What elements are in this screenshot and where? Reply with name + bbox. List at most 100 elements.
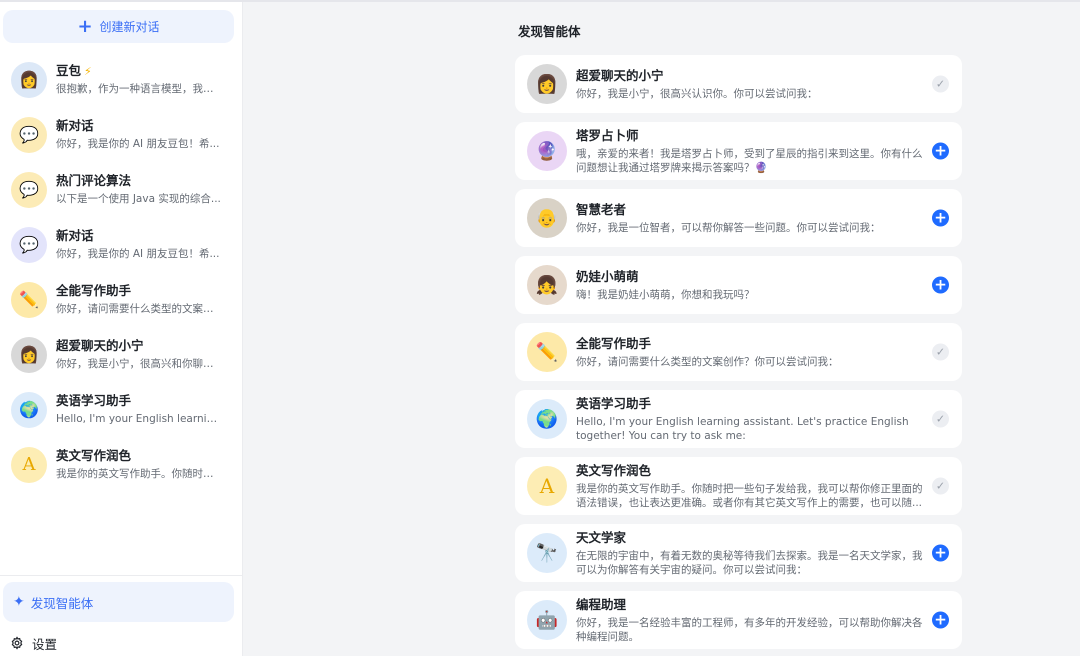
add-agent-button[interactable]: + xyxy=(932,142,949,160)
added-check-icon[interactable]: ✓ xyxy=(932,75,949,93)
conversation-preview: 你好，请问需要什么类型的文案创... xyxy=(56,303,222,315)
agent-card-text: 全能写作助手 你好，请问需要什么类型的文案创作？你可以尝试问我： xyxy=(576,336,932,369)
agent-description: 嗨！我是奶娃小萌萌，你想和我玩吗？ xyxy=(576,288,755,301)
added-check-icon[interactable]: ✓ xyxy=(932,477,949,495)
conversation-title: 超爱聊天的小宁 xyxy=(56,337,222,355)
agent-card-text: 英文写作润色我是你的英文写作助手。你随时把一些句子发给我，我可以帮你修正里面的语… xyxy=(576,463,932,510)
settings-nav[interactable]: 设置 xyxy=(10,632,57,654)
conversation-title-text: 豆包 xyxy=(56,63,82,78)
agent-description: 哦，亲爱的来者！我是塔罗占卜师，受到了星辰的指引来到这里。你有什么问题想让我通过… xyxy=(576,147,923,174)
agent-description: 在无限的宇宙中，有着无数的奥秘等待我们去探索。我是一名天文学家，我可以为你解答有… xyxy=(576,549,923,576)
conversation-text: 超爱聊天的小宁你好，我是小宁，很高兴和你聊天... xyxy=(56,337,222,372)
text-a-icon: A xyxy=(11,446,47,483)
agent-card[interactable]: A 英文写作润色 我是你的英文写作助手。你随时把一些句子发给我，我可以帮你修正里面的… xyxy=(515,457,962,515)
conversation-text: 英文写作润色我是你的英文写作助手。你随时把... xyxy=(56,447,222,482)
agent-card[interactable]: 👩 超爱聊天的小宁 你好，我是小宁，很高兴认识你。你可以尝试问我： ✓ xyxy=(515,55,962,113)
conversation-title: 英文写作润色 xyxy=(56,447,222,465)
chat-bubble-icon: 💬 xyxy=(11,116,47,153)
agent-card[interactable]: 🌍 英语学习助手 Hello, I'm your English learning … xyxy=(515,390,962,448)
doubao-avatar: 👩 xyxy=(11,61,47,98)
lightning-icon: ⚡ xyxy=(84,65,92,78)
conversation-text: 英语学习助手 Hello, I'm your English learning a… xyxy=(56,392,222,427)
agent-description: Hello, I'm your English learning assista… xyxy=(576,415,909,442)
conversation-text: 新对话你好，我是你的 AI 朋友豆包！希... xyxy=(56,227,222,262)
conversation-preview: 你好，我是你的 AI 朋友豆包！希... xyxy=(56,248,220,260)
conversation-preview: Hello, I'm your English learning a... xyxy=(56,413,222,425)
agent-card[interactable]: 🤖 编程助理 你好，我是一名经验丰富的工程师，有多年的开发经验，可以帮助你解决各种编… xyxy=(515,591,962,649)
crystal-ball-icon: 🔮 xyxy=(527,131,567,171)
agent-name: 编程助理 xyxy=(576,596,627,612)
agent-description: 你好，我是小宁，很高兴认识你。你可以尝试问我： xyxy=(576,87,818,100)
sidebar-divider xyxy=(0,575,243,576)
agent-card-text: 天文学家在无限的宇宙中，有着无数的奥秘等待我们去探索。我是一名天文学家，我可以为… xyxy=(576,530,932,577)
agent-card-text: 塔罗占卜师哦，亲爱的来者！我是塔罗占卜师，受到了星辰的指引来到这里。你有什么问题… xyxy=(576,128,932,175)
conversation-title: 豆包 ⚡ xyxy=(56,62,222,80)
conversation-item[interactable]: 💬 新对话你好，我是你的 AI 朋友豆包！希... xyxy=(0,107,243,162)
agent-list: 👩 超爱聊天的小宁 你好，我是小宁，很高兴认识你。你可以尝试问我： ✓ 🔮 塔罗占卜师 哦，… xyxy=(515,55,962,656)
pencil-icon: ✏️ xyxy=(527,332,567,372)
agent-card[interactable]: 🔭 天文学家 在无限的宇宙中，有着无数的奥秘等待我们去探索。我是一名天文学家，我可以… xyxy=(515,524,962,582)
added-check-icon[interactable]: ✓ xyxy=(932,410,949,428)
agent-description: 你好，我是一位智者，可以帮你解答一些问题。你可以尝试问我： xyxy=(576,221,881,234)
agent-name: 奶娃小萌萌 xyxy=(576,268,639,284)
agent-name: 全能写作助手 xyxy=(576,335,652,351)
conversation-preview: 你好，我是小宁，很高兴和你聊天... xyxy=(56,358,222,370)
conversation-preview: 以下是一个使用 Java 实现的综合... xyxy=(56,193,221,205)
added-check-icon[interactable]: ✓ xyxy=(932,343,949,361)
conversation-item[interactable]: 👩 超爱聊天的小宁你好，我是小宁，很高兴和你聊天... xyxy=(0,327,243,382)
pencil-icon: ✏️ xyxy=(11,281,47,318)
elder-avatar: 👴 xyxy=(527,198,567,238)
discover-agents-label: 发现智能体 xyxy=(30,595,94,611)
plus-icon: + xyxy=(77,15,93,37)
discover-agents-nav[interactable]: ✦ 发现智能体 xyxy=(3,582,234,622)
conversation-preview: 我是你的英文写作助手。你随时把... xyxy=(56,468,222,480)
xiaoning-avatar: 👩 xyxy=(11,336,47,373)
agent-card[interactable]: 🔮 塔罗占卜师 哦，亲爱的来者！我是塔罗占卜师，受到了星辰的指引来到这里。你有什么问… xyxy=(515,122,962,180)
conversation-item[interactable]: ✏️ 全能写作助手你好，请问需要什么类型的文案创... xyxy=(0,272,243,327)
agent-description: 你好，我是一名经验丰富的工程师，有多年的开发经验，可以帮助你解决各种编程问题。 xyxy=(576,616,923,643)
agent-card[interactable]: 👴 智慧老者 你好，我是一位智者，可以帮你解答一些问题。你可以尝试问我： + xyxy=(515,189,962,247)
agent-card-text: 智慧老者 你好，我是一位智者，可以帮你解答一些问题。你可以尝试问我： xyxy=(576,202,932,235)
conversation-item[interactable]: 💬 新对话你好，我是你的 AI 朋友豆包！希... xyxy=(0,217,243,272)
conversation-preview: 你好，我是你的 AI 朋友豆包！希... xyxy=(56,138,220,150)
chat-bubble-icon: 💬 xyxy=(11,171,47,208)
agent-card[interactable]: ✏️ 全能写作助手 你好，请问需要什么类型的文案创作？你可以尝试问我： ✓ xyxy=(515,323,962,381)
new-chat-button[interactable]: + 创建新对话 xyxy=(3,10,234,43)
conversation-title-text: 全能写作助手 xyxy=(56,283,132,298)
conversation-title-text: 超爱聊天的小宁 xyxy=(56,338,144,353)
agent-name: 天文学家 xyxy=(576,529,627,545)
conversation-item[interactable]: 🌍 英语学习助手 Hello, I'm your English learning … xyxy=(0,382,243,437)
text-a-icon: A xyxy=(527,466,567,506)
chat-bubble-icon: 💬 xyxy=(11,226,47,263)
agent-name: 塔罗占卜师 xyxy=(576,127,639,143)
settings-label: 设置 xyxy=(32,636,58,652)
globe-icon: 🌍 xyxy=(527,399,567,439)
conversation-title-text: 热门评论算法 xyxy=(56,173,132,188)
telescope-icon: 🔭 xyxy=(527,533,567,573)
child-avatar: 👧 xyxy=(527,265,567,305)
conversation-text: 新对话你好，我是你的 AI 朋友豆包！希... xyxy=(56,117,222,152)
add-agent-button[interactable]: + xyxy=(932,209,949,227)
conversation-item[interactable]: 💬 热门评论算法以下是一个使用 Java 实现的综合... xyxy=(0,162,243,217)
agent-description: 我是你的英文写作助手。你随时把一些句子发给我，我可以帮你修正里面的语法错误，也让… xyxy=(576,482,923,509)
add-agent-button[interactable]: + xyxy=(932,544,949,562)
agent-card-text: 英语学习助手 Hello, I'm your English learning a… xyxy=(576,396,932,443)
agent-name: 超爱聊天的小宁 xyxy=(576,67,664,83)
conversation-title-text: 新对话 xyxy=(56,228,94,243)
conversation-preview: 很抱歉，作为一种语言模型，我无... xyxy=(56,83,222,95)
conversation-text: 全能写作助手你好，请问需要什么类型的文案创... xyxy=(56,282,222,317)
add-agent-button[interactable]: + xyxy=(932,276,949,294)
sparkle-icon: ✦ xyxy=(13,594,25,610)
add-agent-button[interactable]: + xyxy=(932,611,949,629)
conversation-title: 热门评论算法 xyxy=(56,172,222,190)
agent-name: 英语学习助手 xyxy=(576,395,652,411)
conversation-title-text: 新对话 xyxy=(56,118,94,133)
agent-name: 英文写作润色 xyxy=(576,462,652,478)
conversation-item[interactable]: A 英文写作润色我是你的英文写作助手。你随时把... xyxy=(0,437,243,492)
agent-card[interactable]: 👧 奶娃小萌萌嗨！我是奶娃小萌萌，你想和我玩吗？ + xyxy=(515,256,962,314)
conversation-title-text: 英语学习助手 xyxy=(56,393,132,408)
conversation-title-text: 英文写作润色 xyxy=(56,448,132,463)
conversation-item[interactable]: 👩 豆包 ⚡ 很抱歉，作为一种语言模型，我无... xyxy=(0,52,243,107)
conversation-title: 全能写作助手 xyxy=(56,282,222,300)
conversation-title: 新对话 xyxy=(56,227,222,245)
